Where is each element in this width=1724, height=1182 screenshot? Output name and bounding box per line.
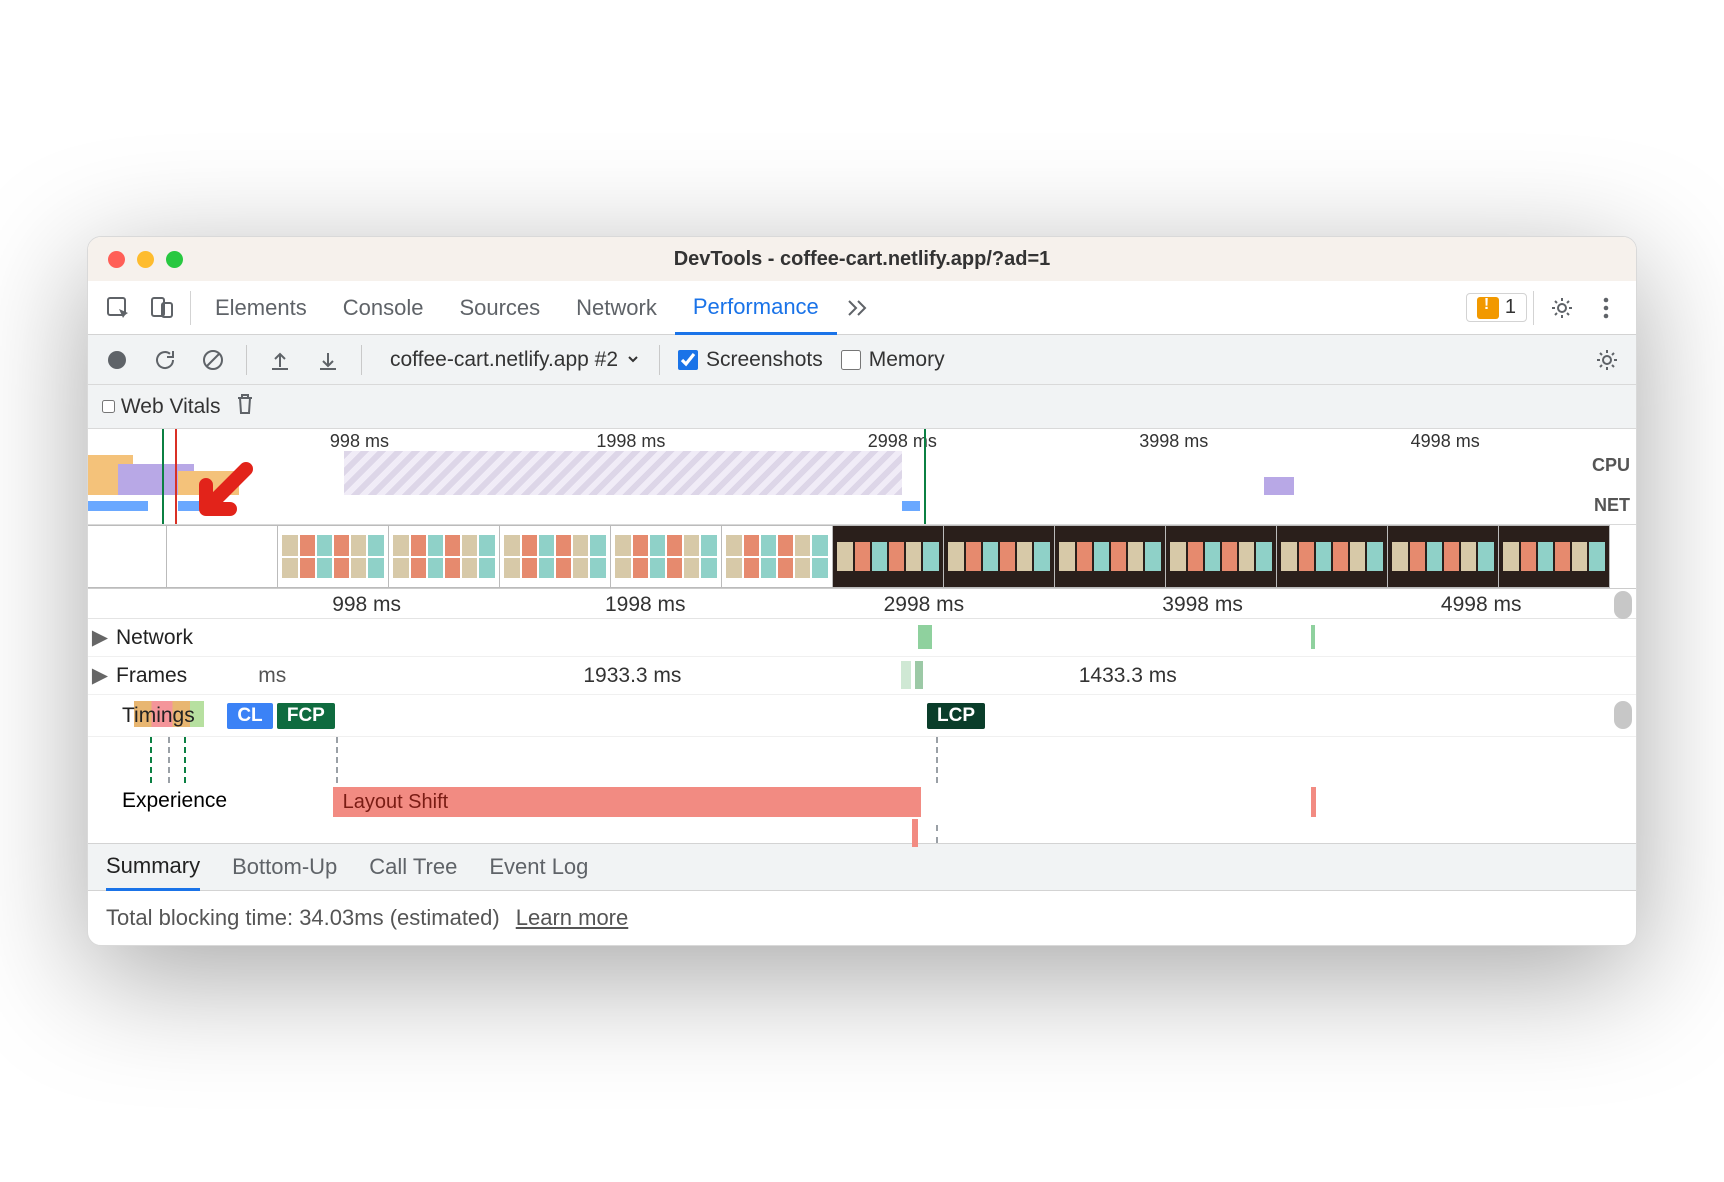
window-zoom[interactable] bbox=[166, 251, 183, 268]
overview-pane[interactable]: 998 ms 1998 ms 2998 ms 3998 ms 4998 ms C… bbox=[88, 429, 1636, 525]
tabs-overflow-icon[interactable] bbox=[837, 298, 881, 318]
window-minimize[interactable] bbox=[137, 251, 154, 268]
screenshots-checkbox[interactable] bbox=[678, 350, 698, 370]
filmstrip-thumb[interactable] bbox=[499, 525, 611, 588]
vertical-scrollbar[interactable] bbox=[1614, 701, 1632, 729]
panel-tabstrip: Elements Console Sources Network Perform… bbox=[88, 281, 1636, 335]
track-network[interactable]: ▶ Network bbox=[88, 619, 1636, 657]
web-vitals-toggle[interactable]: Web Vitals bbox=[102, 395, 220, 419]
issues-icon bbox=[1477, 297, 1499, 319]
memory-checkbox[interactable] bbox=[841, 350, 861, 370]
details-tab-bottom-up[interactable]: Bottom-Up bbox=[232, 844, 337, 890]
recording-selector[interactable]: coffee-cart.netlify.app #2 bbox=[380, 343, 641, 376]
filmstrip-thumb[interactable] bbox=[721, 525, 833, 588]
lcp-badge[interactable]: LCP bbox=[927, 703, 985, 729]
web-vitals-checkbox[interactable] bbox=[102, 400, 115, 413]
inspect-icon[interactable] bbox=[96, 295, 140, 321]
timings-body bbox=[88, 737, 1636, 783]
filmstrip-thumb[interactable] bbox=[277, 525, 389, 588]
filmstrip-thumb[interactable] bbox=[1498, 525, 1610, 588]
save-profile-button[interactable] bbox=[313, 349, 343, 371]
filmstrip[interactable] bbox=[88, 525, 1636, 589]
window-close[interactable] bbox=[108, 251, 125, 268]
tab-sources[interactable]: Sources bbox=[441, 281, 558, 334]
device-toggle-icon[interactable] bbox=[140, 295, 184, 321]
layout-shift-event[interactable] bbox=[1311, 787, 1316, 817]
cpu-label: CPU bbox=[1592, 455, 1630, 476]
filmstrip-thumb[interactable] bbox=[832, 525, 944, 588]
filmstrip-thumb[interactable] bbox=[1276, 525, 1388, 588]
filmstrip-thumb[interactable] bbox=[166, 525, 278, 588]
window-title: DevTools - coffee-cart.netlify.app/?ad=1 bbox=[88, 248, 1636, 271]
summary-status: Total blocking time: 34.03ms (estimated)… bbox=[88, 891, 1636, 945]
devtools-window: DevTools - coffee-cart.netlify.app/?ad=1… bbox=[87, 236, 1637, 946]
memory-toggle[interactable]: Memory bbox=[841, 348, 945, 372]
learn-more-link[interactable]: Learn more bbox=[516, 905, 629, 931]
net-chart bbox=[88, 495, 1596, 519]
record-button[interactable] bbox=[102, 349, 132, 371]
settings-icon[interactable] bbox=[1540, 295, 1584, 321]
track-frames[interactable]: ▶ Frames ms 1933.3 ms 1433.3 ms bbox=[88, 657, 1636, 695]
track-experience[interactable]: Experience Layout Shift bbox=[88, 783, 1636, 825]
clear-button[interactable] bbox=[198, 348, 228, 372]
overview-ruler: 998 ms 1998 ms 2998 ms 3998 ms 4998 ms bbox=[88, 429, 1596, 451]
filmstrip-thumb[interactable] bbox=[1054, 525, 1166, 588]
vertical-scrollbar[interactable] bbox=[1614, 591, 1632, 619]
perf-toolbar: coffee-cart.netlify.app #2 Screenshots M… bbox=[88, 335, 1636, 385]
details-tab-event-log[interactable]: Event Log bbox=[489, 844, 588, 890]
titlebar: DevTools - coffee-cart.netlify.app/?ad=1 bbox=[88, 237, 1636, 281]
expand-icon[interactable]: ▶ bbox=[88, 663, 112, 688]
tab-performance[interactable]: Performance bbox=[675, 282, 837, 335]
issues-count: 1 bbox=[1505, 296, 1516, 319]
screenshots-toggle[interactable]: Screenshots bbox=[678, 348, 823, 372]
details-tabstrip: Summary Bottom-Up Call Tree Event Log bbox=[88, 843, 1636, 891]
tab-elements[interactable]: Elements bbox=[197, 281, 325, 334]
annotation-arrow-icon bbox=[188, 459, 258, 534]
filmstrip-thumb[interactable] bbox=[1387, 525, 1499, 588]
kebab-menu-icon[interactable] bbox=[1584, 295, 1628, 321]
cls-badge[interactable]: CL bbox=[227, 703, 272, 729]
capture-settings-icon[interactable] bbox=[1592, 347, 1622, 373]
expand-icon[interactable]: ▶ bbox=[88, 625, 112, 650]
flame-ruler: 998 ms 1998 ms 2998 ms 3998 ms 4998 ms bbox=[88, 589, 1636, 619]
tab-console[interactable]: Console bbox=[325, 281, 442, 334]
blocking-time-text: Total blocking time: 34.03ms (estimated) bbox=[106, 905, 500, 931]
load-profile-button[interactable] bbox=[265, 349, 295, 371]
filmstrip-thumb[interactable] bbox=[943, 525, 1055, 588]
filmstrip-thumb[interactable] bbox=[88, 525, 167, 588]
filmstrip-thumb[interactable] bbox=[1165, 525, 1277, 588]
fcp-badge[interactable]: FCP bbox=[277, 703, 335, 729]
layout-shift-event[interactable]: Layout Shift bbox=[333, 787, 921, 817]
delete-icon[interactable] bbox=[234, 392, 256, 422]
tab-network[interactable]: Network bbox=[558, 281, 675, 334]
reload-record-button[interactable] bbox=[150, 348, 180, 372]
issues-counter[interactable]: 1 bbox=[1466, 293, 1527, 322]
track-timings[interactable]: Timings CL FCP LCP bbox=[88, 695, 1636, 737]
details-tab-call-tree[interactable]: Call Tree bbox=[369, 844, 457, 890]
flamechart-pane[interactable]: 998 ms 1998 ms 2998 ms 3998 ms 4998 ms ▶… bbox=[88, 589, 1636, 843]
details-tab-summary[interactable]: Summary bbox=[106, 845, 200, 891]
perf-subtoolbar: Web Vitals bbox=[88, 385, 1636, 429]
filmstrip-thumb[interactable] bbox=[610, 525, 722, 588]
net-label: NET bbox=[1594, 495, 1630, 516]
filmstrip-thumb[interactable] bbox=[388, 525, 500, 588]
cpu-chart bbox=[88, 451, 1596, 495]
